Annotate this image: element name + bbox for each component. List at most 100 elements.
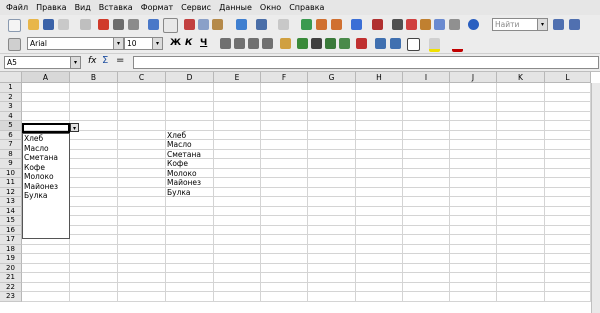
row-header-9[interactable]: 9 <box>0 159 22 169</box>
justify-icon[interactable] <box>262 38 273 49</box>
column-header-c[interactable]: C <box>118 72 166 83</box>
email-icon[interactable] <box>58 19 69 30</box>
gallery-icon[interactable] <box>420 19 431 30</box>
add-decimal-icon[interactable] <box>339 38 350 49</box>
merge-cells-icon[interactable] <box>280 38 291 49</box>
column-header-j[interactable]: J <box>450 72 497 83</box>
validity-dropdown-list[interactable]: Хлеб Масло Сметана Кофе Молоко Майонез Булка <box>22 133 70 239</box>
menu-window[interactable]: Окно <box>256 3 285 12</box>
row-header-8[interactable]: 8 <box>0 149 22 159</box>
align-left-icon[interactable] <box>220 38 231 49</box>
decrease-indent-icon[interactable] <box>375 38 386 49</box>
align-right-icon[interactable] <box>248 38 259 49</box>
help-icon[interactable] <box>468 19 479 30</box>
spellcheck-icon[interactable] <box>148 19 159 30</box>
percent-format-icon[interactable] <box>311 38 322 49</box>
row-header-2[interactable]: 2 <box>0 92 22 102</box>
menu-edit[interactable]: Правка <box>32 3 70 12</box>
menu-file[interactable]: Файл <box>0 3 32 12</box>
draw-functions-icon[interactable] <box>372 19 383 30</box>
bold-button[interactable]: Ж <box>170 38 181 48</box>
row-header-10[interactable]: 10 <box>0 168 22 178</box>
row-header-17[interactable]: 17 <box>0 235 22 245</box>
font-color-icon[interactable] <box>452 38 463 52</box>
navigator-icon[interactable] <box>406 19 417 30</box>
chart-icon[interactable] <box>351 19 362 30</box>
search-input[interactable]: Найти <box>492 18 538 31</box>
align-center-icon[interactable] <box>234 38 245 49</box>
save-icon[interactable] <box>43 19 54 30</box>
export-pdf-icon[interactable] <box>98 19 109 30</box>
menu-tools[interactable]: Сервис <box>177 3 215 12</box>
undo-icon[interactable] <box>256 19 267 30</box>
row-header-1[interactable]: 1 <box>0 83 22 93</box>
font-size-input[interactable]: 10 <box>124 37 154 50</box>
cell-dropdown-button[interactable]: ▾ <box>70 123 79 132</box>
column-header-l[interactable]: L <box>545 72 591 83</box>
copy-icon[interactable] <box>198 19 209 30</box>
find-replace-icon[interactable] <box>392 19 403 30</box>
print-preview-icon[interactable] <box>128 19 139 30</box>
formula-input[interactable] <box>133 56 599 69</box>
dropdown-option[interactable]: Масло <box>23 144 69 154</box>
name-box-dropdown[interactable]: ▾ <box>70 56 81 69</box>
row-header-14[interactable]: 14 <box>0 206 22 216</box>
dropdown-option[interactable]: Майонез <box>23 182 69 192</box>
cell-d6[interactable]: Хлеб <box>167 131 186 141</box>
row-header-16[interactable]: 16 <box>0 225 22 235</box>
column-header-i[interactable]: I <box>403 72 450 83</box>
vertical-scrollbar[interactable] <box>591 83 600 313</box>
background-color-icon[interactable] <box>429 38 440 52</box>
row-header-11[interactable]: 11 <box>0 178 22 188</box>
column-header-b[interactable]: B <box>70 72 118 83</box>
find-next-icon[interactable] <box>553 19 564 30</box>
function-button[interactable]: = <box>116 55 124 66</box>
row-header-3[interactable]: 3 <box>0 102 22 112</box>
row-header-22[interactable]: 22 <box>0 282 22 292</box>
menu-insert[interactable]: Вставка <box>95 3 137 12</box>
select-all-corner[interactable] <box>0 72 22 83</box>
row-header-5[interactable]: 5 <box>0 121 22 131</box>
row-header-4[interactable]: 4 <box>0 111 22 121</box>
column-header-f[interactable]: F <box>261 72 308 83</box>
cut-icon[interactable] <box>184 19 195 30</box>
row-header-19[interactable]: 19 <box>0 254 22 264</box>
dropdown-option[interactable]: Молоко <box>23 172 69 182</box>
currency-format-icon[interactable] <box>297 38 308 49</box>
edit-file-icon[interactable] <box>80 19 91 30</box>
row-header-7[interactable]: 7 <box>0 140 22 150</box>
menu-data[interactable]: Данные <box>215 3 256 12</box>
open-icon[interactable] <box>28 19 39 30</box>
spreadsheet-grid[interactable]: A B C D E F G H I J K L 1 2 3 4 5 6 7 8 9 10 11 12 13 14 15 16 17 18 1… <box>0 72 600 313</box>
menu-format[interactable]: Формат <box>137 3 177 12</box>
row-header-18[interactable]: 18 <box>0 244 22 254</box>
menu-help[interactable]: Справка <box>285 3 328 12</box>
column-header-h[interactable]: H <box>356 72 403 83</box>
sort-ascending-icon[interactable] <box>316 19 327 30</box>
name-box[interactable]: A5 <box>4 56 72 69</box>
column-header-g[interactable]: G <box>308 72 356 83</box>
cell-d8[interactable]: Сметана <box>167 150 201 160</box>
delete-decimal-icon[interactable] <box>356 38 367 49</box>
row-header-20[interactable]: 20 <box>0 263 22 273</box>
redo-icon[interactable] <box>278 19 289 30</box>
row-header-15[interactable]: 15 <box>0 216 22 226</box>
column-header-k[interactable]: K <box>497 72 545 83</box>
cell-d11[interactable]: Майонез <box>167 178 201 188</box>
dropdown-option[interactable]: Сметана <box>23 153 69 163</box>
data-sources-icon[interactable] <box>434 19 445 30</box>
new-document-icon[interactable] <box>8 19 21 32</box>
font-size-dropdown[interactable]: ▾ <box>152 37 163 50</box>
row-header-21[interactable]: 21 <box>0 273 22 283</box>
hyperlink-icon[interactable] <box>301 19 312 30</box>
standard-format-icon[interactable] <box>325 38 336 49</box>
clone-format-icon[interactable] <box>236 19 247 30</box>
row-header-23[interactable]: 23 <box>0 292 22 302</box>
cell-d10[interactable]: Молоко <box>167 169 197 179</box>
cell-d12[interactable]: Булка <box>167 188 191 198</box>
selected-cell-a5[interactable] <box>22 123 70 133</box>
print-icon[interactable] <box>113 19 124 30</box>
sort-descending-icon[interactable] <box>331 19 342 30</box>
menu-view[interactable]: Вид <box>71 3 95 12</box>
column-header-d[interactable]: D <box>166 72 214 83</box>
